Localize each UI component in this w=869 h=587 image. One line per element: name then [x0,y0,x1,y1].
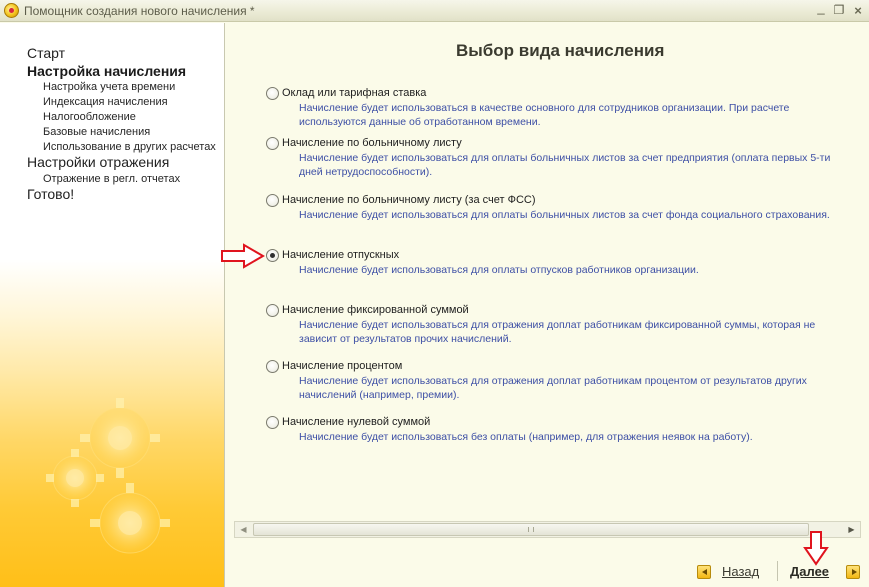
gears-decoration-icon [46,398,170,554]
substep-time-accounting[interactable]: Настройка учета времени [43,81,175,93]
option-label[interactable]: Оклад или тарифная ставка [282,87,426,99]
page-title: Выбор вида начисления [456,41,665,60]
grip-icon [528,527,534,532]
radio-button[interactable] [266,87,279,100]
option-label[interactable]: Начисление процентом [282,360,402,372]
divider [777,561,778,581]
maximize-button[interactable]: ❐ [831,3,847,18]
option-label[interactable]: Начисление фиксированной суммой [282,304,469,316]
radio-button[interactable] [266,194,279,207]
title-bar: Помощник создания нового начисления * _ … [0,0,869,22]
app-icon [4,3,19,18]
scrollbar-thumb[interactable] [253,523,809,536]
red-arrow-right-icon [221,243,265,269]
option-label[interactable]: Начисление по больничному листу [282,137,462,149]
option-label[interactable]: Начисление по больничному листу (за счет… [282,194,536,206]
radio-button-selected[interactable] [266,249,279,262]
close-button[interactable]: × [850,3,866,18]
radio-button[interactable] [266,137,279,150]
step-posting-settings[interactable]: Настройки отражения [27,154,169,170]
scroll-left-icon[interactable]: ◀ [235,522,252,537]
main-content: Выбор вида начисления Оклад или тарифная… [221,23,869,587]
radio-button[interactable] [266,304,279,317]
scroll-right-icon[interactable]: ▶ [843,522,860,537]
back-button[interactable]: Назад [722,564,759,579]
step-start[interactable]: Старт [27,45,65,61]
step-done[interactable]: Готово! [27,186,74,202]
option-description: Начисление будет использоваться в качест… [299,102,790,128]
wizard-steps-panel: Старт Настройка начисления Настройка уче… [0,23,225,587]
option-description: Начисление будет использоваться для опла… [299,209,830,221]
substep-base-accruals[interactable]: Базовые начисления [43,126,150,138]
option-description: Начисление будет использоваться для отра… [299,375,807,401]
option-label[interactable]: Начисление отпускных [282,249,399,261]
red-arrow-down-icon [803,531,829,566]
substep-indexation[interactable]: Индексация начисления [43,96,168,108]
option-description: Начисление будет использоваться без опла… [299,431,753,443]
arrow-left-icon[interactable] [697,565,711,579]
minimize-button[interactable]: _ [813,0,829,15]
horizontal-scrollbar[interactable]: ◀ ▶ [234,521,861,538]
step-accrual-settings[interactable]: Настройка начисления [27,63,186,79]
option-label[interactable]: Начисление нулевой суммой [282,416,430,428]
substep-taxation[interactable]: Налогообложение [43,111,136,123]
substep-reg-reports[interactable]: Отражение в регл. отчетах [43,173,180,185]
radio-button[interactable] [266,416,279,429]
substep-usage-other-calcs[interactable]: Использование в других расчетах [43,141,216,153]
option-description: Начисление будет использоваться для отра… [299,319,816,345]
arrow-right-icon[interactable] [846,565,860,579]
option-description: Начисление будет использоваться для опла… [299,264,699,276]
window-title: Помощник создания нового начисления * [24,4,255,18]
radio-button[interactable] [266,360,279,373]
option-description: Начисление будет использоваться для опла… [299,152,831,178]
next-button[interactable]: Далее [790,564,829,579]
